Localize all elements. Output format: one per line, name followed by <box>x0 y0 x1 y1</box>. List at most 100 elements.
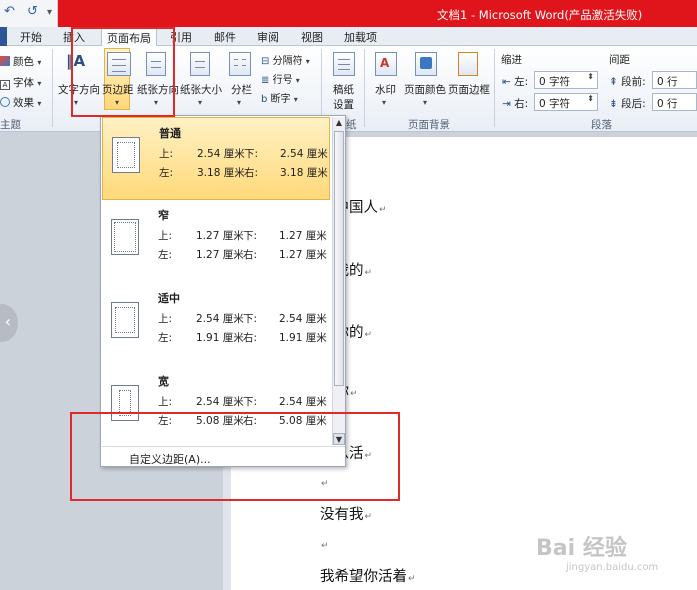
spin-arrows-icon[interactable]: ⬍ <box>587 94 594 103</box>
line-numbers-icon: ≣ <box>261 75 270 86</box>
highlight-box-margins <box>71 27 175 117</box>
columns-icon <box>229 52 251 76</box>
size-label: 纸张大小 <box>180 84 222 96</box>
tab-review[interactable]: 审阅 <box>257 29 279 45</box>
indent-right-value: 0 字符 <box>539 98 571 110</box>
spacing-after-value: 0 行 <box>657 98 678 110</box>
columns-label: 分栏 <box>231 84 252 96</box>
margin-right-label: 右: <box>243 332 258 344</box>
margin-bottom-label: 下: <box>243 230 258 242</box>
breaks-button[interactable]: ⊟ 分隔符 ▾ <box>261 52 310 67</box>
spacing-before-input[interactable]: 0 行 <box>652 71 697 89</box>
margin-option-narrow[interactable]: 窄 上: 1.27 厘米 下: 1.27 厘米 左: 1.27 厘米 右: 1.… <box>102 200 330 283</box>
margin-option-name: 普通 <box>159 127 181 140</box>
margin-option-normal[interactable]: 普通 上: 2.54 厘米 下: 2.54 厘米 左: 3.18 厘米 右: 3… <box>102 117 330 200</box>
spacing-before-text: 段前: <box>621 76 646 88</box>
spacing-before-icon: ⇞ <box>609 76 618 88</box>
scroll-thumb[interactable] <box>334 131 344 386</box>
redo-icon[interactable]: ↺ <box>27 4 38 19</box>
margin-top-value: 2.54 厘米 <box>197 148 245 160</box>
paragraph-mark-icon: ↵ <box>364 512 373 522</box>
size-icon <box>190 52 210 76</box>
page-borders-icon <box>458 52 478 76</box>
margin-preview-icon <box>112 137 140 173</box>
size-caret: ▾ <box>198 98 203 107</box>
page-color-icon <box>415 52 437 76</box>
page-borders-label: 页面边框 <box>448 84 490 96</box>
hyphenation-label: 断字 <box>270 94 291 105</box>
dropdown-scrollbar[interactable]: ▲ ▼ <box>332 117 345 445</box>
margin-top-value: 2.54 厘米 <box>196 313 244 325</box>
document-line-text: 我希望你活着 <box>320 569 407 585</box>
indent-right-label: ⇥ 右: <box>502 96 528 111</box>
line-numbers-label: 行号 <box>272 75 293 86</box>
document-line-7[interactable]: 没有我↵ <box>320 503 372 524</box>
window-title: 文档1 - Microsoft Word(产品激活失败) <box>437 8 643 22</box>
draft-settings-label-1: 稿纸 <box>333 84 354 96</box>
tab-home[interactable]: 开始 <box>20 29 42 45</box>
themes-group-label: 主题 <box>0 119 21 131</box>
margin-option-name: 窄 <box>158 209 169 222</box>
margin-bottom-value: 1.27 厘米 <box>279 230 327 242</box>
spacing-after-label: ⇟ 段后: <box>609 96 646 111</box>
paragraph-mark-icon: ↵ <box>364 330 373 340</box>
margin-top-value: 1.27 厘米 <box>196 230 244 242</box>
margin-right-label: 右: <box>243 249 258 261</box>
margin-option-moderate[interactable]: 适中 上: 2.54 厘米 下: 2.54 厘米 左: 1.91 厘米 右: 1… <box>102 283 330 366</box>
margin-left-value: 1.91 厘米 <box>196 332 244 344</box>
indent-right-text: 右: <box>514 98 529 110</box>
document-line-8[interactable]: ↵ <box>320 536 329 552</box>
margin-right-value: 3.18 厘米 <box>280 167 328 179</box>
margin-preview-icon <box>111 302 139 338</box>
watermark-icon: A <box>375 52 397 76</box>
theme-colors-button[interactable]: 颜色 ▾ <box>0 54 41 69</box>
draft-group-label: 纸 <box>346 119 357 131</box>
scroll-up-icon[interactable]: ▲ <box>333 117 345 129</box>
theme-effects-button[interactable]: 效果 ▾ <box>0 95 41 110</box>
margin-right-value: 1.91 厘米 <box>279 332 327 344</box>
paragraph-mark-icon: ↵ <box>408 574 416 584</box>
breaks-icon: ⊟ <box>261 56 270 67</box>
margin-preview-icon <box>111 219 139 255</box>
page-color-label: 页面颜色 <box>404 84 446 96</box>
indent-left-value: 0 字符 <box>539 76 571 88</box>
breaks-label: 分隔符 <box>272 56 303 67</box>
highlight-box-custom <box>70 412 400 501</box>
customize-qat-icon[interactable]: ▾ <box>47 7 52 18</box>
file-tab[interactable] <box>0 27 7 46</box>
theme-effects-label: 效果 <box>13 97 34 109</box>
margin-bottom-label: 下: <box>243 396 258 408</box>
margin-top-value: 2.54 厘米 <box>196 396 244 408</box>
spacing-title: 间距 <box>609 54 630 66</box>
paragraph-group-label: 段落 <box>591 119 612 131</box>
margin-bottom-value: 2.54 厘米 <box>279 313 327 325</box>
line-numbers-button[interactable]: ≣ 行号 ▾ <box>261 71 300 86</box>
watermark-label: 水印 <box>375 84 396 96</box>
tab-addins[interactable]: 加载项 <box>344 29 377 45</box>
margin-option-name: 适中 <box>158 292 180 305</box>
theme-fonts-button[interactable]: A 字体 ▾ <box>0 75 41 90</box>
margin-bottom-value: 2.54 厘米 <box>279 396 327 408</box>
draft-settings-icon <box>333 52 355 76</box>
margin-bottom-label: 下: <box>243 313 258 325</box>
margin-left-label: 左: <box>158 332 173 344</box>
indent-left-input[interactable]: 0 字符 ⬍ <box>534 71 598 89</box>
group-separator <box>52 49 53 127</box>
draft-settings-label-2: 设置 <box>333 99 354 111</box>
document-line-9[interactable]: 我希望你活着↵ <box>320 565 416 586</box>
theme-colors-label: 颜色 <box>13 56 34 68</box>
spin-arrows-icon[interactable]: ⬍ <box>587 72 594 81</box>
hyphenation-button[interactable]: b 断字 ▾ <box>261 90 298 105</box>
margin-bottom-label: 下: <box>244 148 259 160</box>
tab-view[interactable]: 视图 <box>301 29 323 45</box>
group-separator <box>364 49 365 127</box>
spacing-after-input[interactable]: 0 行 <box>652 93 697 111</box>
indent-right-input[interactable]: 0 字符 ⬍ <box>534 93 598 111</box>
title-bar: ↶ ↺ ▾ 文档1 - Microsoft Word(产品激活失败) <box>0 0 697 27</box>
margin-left-value: 3.18 厘米 <box>197 167 245 179</box>
tab-mailings[interactable]: 邮件 <box>214 29 236 45</box>
indent-title: 缩进 <box>501 54 522 66</box>
indent-left-text: 左: <box>514 76 529 88</box>
undo-icon[interactable]: ↶ <box>4 4 15 19</box>
page-color-caret: ▾ <box>423 98 428 107</box>
